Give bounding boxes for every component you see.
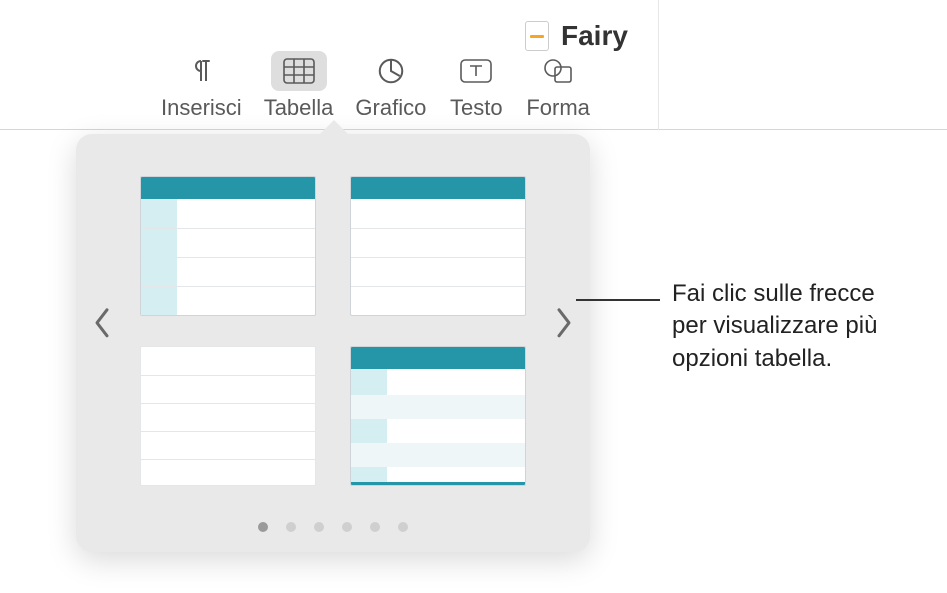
page-dot-5[interactable] — [370, 522, 380, 532]
prev-page-button[interactable] — [82, 296, 124, 355]
thumb-altrow — [351, 395, 525, 419]
table-style-2[interactable] — [350, 176, 526, 316]
toolbar-label: Forma — [526, 95, 590, 121]
toolbar-forma[interactable]: Forma — [520, 51, 596, 121]
thumb-line — [141, 375, 315, 376]
table-styles-popover — [76, 134, 590, 552]
thumb-footer-line — [351, 482, 525, 485]
thumb-line — [351, 286, 525, 287]
thumb-line — [351, 257, 525, 258]
thumb-line — [141, 257, 315, 258]
document-title-area: Fairy — [525, 20, 628, 52]
page-dot-1[interactable] — [258, 522, 268, 532]
toolbar-tabella[interactable]: Tabella — [258, 51, 340, 121]
page-dot-2[interactable] — [286, 522, 296, 532]
page-dots — [76, 522, 590, 532]
page-dot-6[interactable] — [398, 522, 408, 532]
shape-icon — [530, 51, 586, 91]
toolbar-grafico[interactable]: Grafico — [349, 51, 432, 121]
page-dot-4[interactable] — [342, 522, 352, 532]
toolbar-label: Testo — [450, 95, 503, 121]
thumb-line — [141, 286, 315, 287]
next-page-button[interactable] — [542, 296, 584, 355]
thumb-line — [351, 228, 525, 229]
callout-line3: opzioni tabella. — [672, 343, 877, 375]
table-style-grid — [140, 176, 526, 486]
divider — [658, 0, 659, 130]
chevron-left-icon — [92, 306, 114, 340]
toolbar-label: Grafico — [355, 95, 426, 121]
thumb-header — [141, 177, 315, 199]
piechart-icon — [363, 51, 419, 91]
toolbar-label: Inserisci — [161, 95, 242, 121]
thumb-line — [141, 431, 315, 432]
thumb-firstcol — [351, 369, 387, 485]
toolbar-area: Fairy Inserisci Tabella — [0, 0, 947, 130]
callout-line2: per visualizzare più — [672, 310, 877, 342]
thumb-line — [141, 459, 315, 460]
textbox-icon — [448, 51, 504, 91]
table-style-3[interactable] — [140, 346, 316, 486]
callout-line1: Fai clic sulle frecce — [672, 278, 877, 310]
toolbar-inserisci[interactable]: Inserisci — [155, 51, 248, 121]
toolbar-testo[interactable]: Testo — [442, 51, 510, 121]
chevron-right-icon — [552, 306, 574, 340]
thumb-header — [351, 347, 525, 369]
thumb-altrow — [351, 443, 525, 467]
table-style-4[interactable] — [350, 346, 526, 486]
toolbar: Inserisci Tabella Grafico — [155, 51, 596, 121]
thumb-header — [351, 177, 525, 199]
document-title: Fairy — [561, 20, 628, 52]
toolbar-label: Tabella — [264, 95, 334, 121]
document-icon — [525, 21, 549, 51]
table-icon — [271, 51, 327, 91]
thumb-line — [141, 403, 315, 404]
page-dot-3[interactable] — [314, 522, 324, 532]
callout-text: Fai clic sulle frecce per visualizzare p… — [672, 278, 877, 375]
callout-leader-line — [576, 299, 660, 301]
pilcrow-icon — [173, 51, 229, 91]
table-style-1[interactable] — [140, 176, 316, 316]
thumb-line — [141, 228, 315, 229]
